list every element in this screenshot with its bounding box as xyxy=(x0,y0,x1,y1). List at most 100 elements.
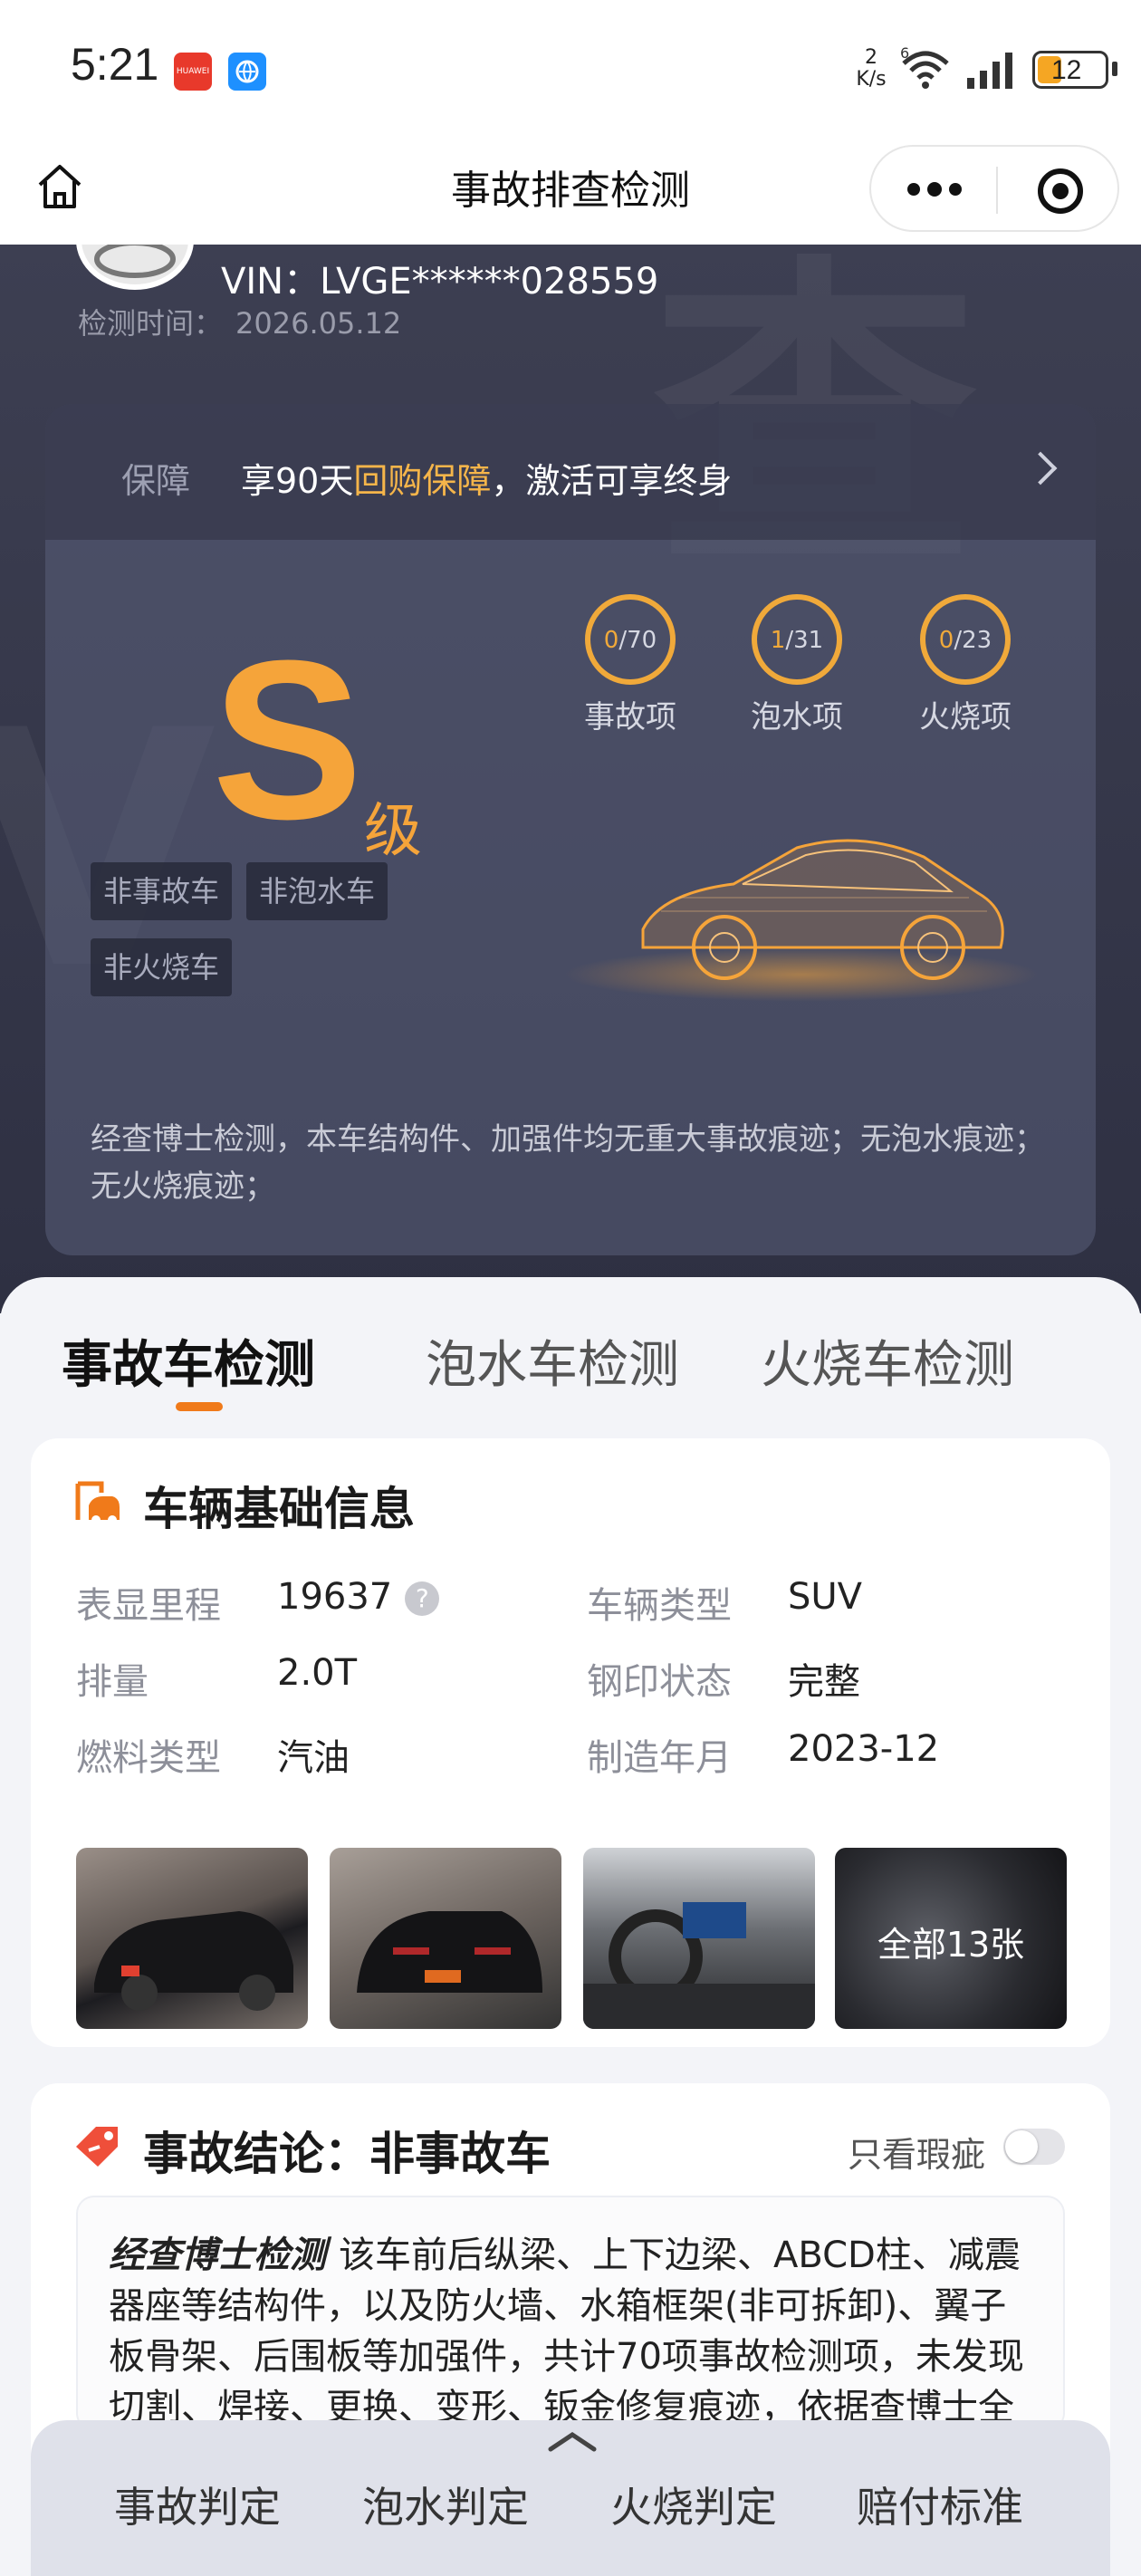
fire-check-label: 火烧项 xyxy=(919,699,1012,735)
guarantee-text-after: ，激活可享终身 xyxy=(491,461,733,501)
tag-non-fire: 非火烧车 xyxy=(91,938,233,996)
flood-check-total: /31 xyxy=(785,627,824,654)
manufacture-date-label: 制造年月 xyxy=(587,1737,732,1779)
flood-check-value: 1/31 xyxy=(757,627,837,654)
displacement-label: 排量 xyxy=(76,1661,149,1703)
bottom-tab-compensation[interactable]: 赔付标准 xyxy=(857,2475,1023,2534)
mileage-value: 19637 xyxy=(277,1576,393,1618)
status-bar: 5:21 HUAWEI 2 K/s 6 12 xyxy=(0,0,1141,136)
manufacture-date-value: 2023-12 xyxy=(788,1728,940,1770)
conclusion-title: 事故结论：非事故车 xyxy=(143,2128,551,2180)
guarantee-highlight: 回购保障 xyxy=(353,461,492,501)
conclusion-text: 经查博士检测 该车前后纵梁、上下边梁、ABCD柱、减震器座等结构件，以及防火墙、水… xyxy=(109,2230,1041,2429)
brand-logo xyxy=(76,245,194,290)
bottom-tab-fire-judgment[interactable]: 火烧判定 xyxy=(610,2475,777,2534)
inspect-time-label: 检测时间： xyxy=(78,306,224,341)
status-right: 2 K/s 6 12 xyxy=(851,43,1141,98)
vehicle-info-icon xyxy=(75,1481,120,1524)
car-wireframe-image xyxy=(641,839,1004,980)
net-speed: 2 K/s xyxy=(851,47,891,91)
vehicle-photo[interactable] xyxy=(76,1848,308,2029)
grade-letter: S xyxy=(212,613,363,866)
only-defects-toggle[interactable] xyxy=(1003,2129,1065,2165)
signal-icon xyxy=(967,53,1012,89)
detail-content: 事故车检测 泡水车检测 火烧车检测 车辆基础信息 表显里程 19637? 车辆类… xyxy=(0,1277,1141,2576)
vehicle-photo[interactable] xyxy=(583,1848,815,2029)
capsule-divider xyxy=(996,167,998,214)
screen: 5:21 HUAWEI 2 K/s 6 12 事故排查检测 VIN：LVGE**… xyxy=(0,0,1141,2576)
wifi-icon: 6 xyxy=(900,47,949,89)
fuel-type-label: 燃料类型 xyxy=(76,1737,221,1779)
status-time: 5:21 xyxy=(71,39,159,90)
accident-check-value: 0/70 xyxy=(590,627,670,654)
flood-check-ring: 1/31 xyxy=(752,594,842,685)
tab-flood[interactable]: 泡水车检测 xyxy=(426,1324,679,1398)
inspection-summary: 经查博士检测，本车结构件、加强件均无重大事故痕迹；无泡水痕迹；无火烧痕迹； xyxy=(91,1121,1045,1205)
tab-fire[interactable]: 火烧车检测 xyxy=(761,1324,1014,1398)
more-icon[interactable] xyxy=(907,179,962,197)
guarantee-text: 享90天回购保障，激活可享终身 xyxy=(241,453,732,503)
photos-more-label: 全部13张 xyxy=(877,1925,1025,1965)
vin-stamp-label: 钢印状态 xyxy=(587,1661,732,1703)
active-tab-indicator xyxy=(176,1402,223,1411)
grade-suffix: 级 xyxy=(364,798,422,865)
huawei-app-icon: HUAWEI xyxy=(174,53,212,91)
inspect-time: 检测时间： 2026.05.12 xyxy=(78,301,401,342)
fire-check-value: 0/23 xyxy=(925,627,1005,654)
result-card: 保障 享90天回购保障，激活可享终身 S 级 0/70 事故项 1/31 泡水项… xyxy=(45,404,1096,1255)
mileage-label: 表显里程 xyxy=(76,1585,221,1627)
only-defects-label: 只看瑕疵 xyxy=(848,2135,986,2175)
close-miniprogram-icon[interactable] xyxy=(1038,168,1083,214)
bottom-tab-flood-judgment[interactable]: 泡水判定 xyxy=(362,2475,529,2534)
vehicle-type-value: SUV xyxy=(788,1576,863,1618)
flood-check-label: 泡水项 xyxy=(751,699,843,735)
wifi-label: 6 xyxy=(900,47,909,62)
help-icon[interactable]: ? xyxy=(405,1581,440,1616)
net-speed-unit: K/s xyxy=(856,68,887,91)
toggle-knob xyxy=(1005,2130,1038,2163)
basic-info-title: 车辆基础信息 xyxy=(143,1483,415,1535)
guarantee-row[interactable]: 保障 享90天回购保障，激活可享终身 xyxy=(45,404,1096,540)
net-speed-value: 2 xyxy=(865,46,877,69)
inspection-hero: V 查 VIN：LVGE******028559 检测时间：2026.05.12… xyxy=(0,245,1141,1313)
battery-tip xyxy=(1112,62,1117,76)
nav-bar: 事故排查检测 xyxy=(0,136,1141,245)
chevron-right-icon xyxy=(1023,451,1058,485)
battery-level-text: 12 xyxy=(1051,55,1082,85)
accident-check-count: 0 xyxy=(603,627,619,654)
vehicle-basic-info-panel: 车辆基础信息 表显里程 19637? 车辆类型 SUV 排量 2.0T 钢印状态… xyxy=(31,1438,1110,2047)
conclusion-box: 经查博士检测 该车前后纵梁、上下边梁、ABCD柱、减震器座等结构件，以及防火墙、水… xyxy=(76,2196,1065,2431)
vehicle-photo-front-image xyxy=(94,1911,293,2011)
brand-label: 经查博士检测 xyxy=(109,2235,326,2276)
vehicle-photo-interior-image xyxy=(583,1902,815,2029)
mini-program-capsule xyxy=(869,145,1119,232)
fire-check-ring: 0/23 xyxy=(920,594,1011,685)
tag-non-flood: 非泡水车 xyxy=(246,862,388,920)
accident-check-ring: 0/70 xyxy=(585,594,676,685)
fire-check-count: 0 xyxy=(938,627,954,654)
accident-check-total: /70 xyxy=(618,627,657,654)
vin-text: VIN：LVGE******028559 xyxy=(221,261,659,303)
fire-check-total: /23 xyxy=(954,627,992,654)
chevron-up-icon[interactable] xyxy=(545,2427,599,2455)
accident-check-label: 事故项 xyxy=(584,699,676,735)
vehicle-photo-rear-image xyxy=(357,1911,542,1993)
displacement-value: 2.0T xyxy=(277,1652,358,1694)
conclusion-icon xyxy=(76,2127,118,2167)
mileage-value-wrap: 19637? xyxy=(277,1576,440,1618)
guarantee-label: 保障 xyxy=(121,461,191,501)
vehicle-type-label: 车辆类型 xyxy=(587,1585,732,1627)
fuel-type-value: 汽油 xyxy=(277,1737,350,1779)
tab-accident[interactable]: 事故车检测 xyxy=(62,1324,315,1398)
browser-app-icon xyxy=(228,53,266,91)
guarantee-text-before: 享90天 xyxy=(241,461,354,501)
tag-non-accident: 非事故车 xyxy=(91,862,233,920)
bottom-tab-accident-judgment[interactable]: 事故判定 xyxy=(114,2475,281,2534)
vehicle-photos-all[interactable]: 全部13张 xyxy=(835,1848,1067,2029)
inspect-time-value: 2026.05.12 xyxy=(235,306,402,341)
flood-check-count: 1 xyxy=(770,627,786,654)
vehicle-photo[interactable] xyxy=(330,1848,561,2029)
vin-stamp-value: 完整 xyxy=(788,1661,860,1703)
bottom-nav-sheet: 事故判定 泡水判定 火烧判定 赔付标准 xyxy=(31,2420,1110,2576)
battery-icon: 12 xyxy=(1032,51,1108,89)
